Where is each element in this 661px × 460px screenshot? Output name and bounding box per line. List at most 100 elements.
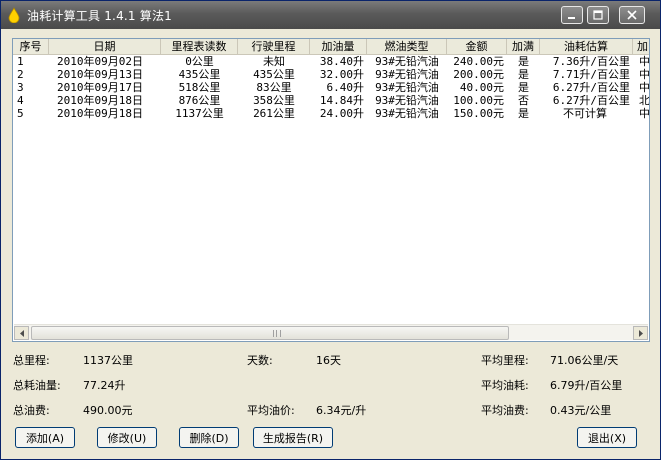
column-header-distance[interactable]: 行驶里程 — [238, 39, 310, 54]
cell-distance: 未知 — [263, 55, 285, 68]
column-header-fuel-type[interactable]: 燃油类型 — [367, 39, 447, 54]
list-header: 序号 日期 里程表读数 行驶里程 加油量 燃油类型 金额 加满 油耗估算 加 — [13, 39, 649, 55]
arrow-right-icon — [638, 327, 644, 340]
cell-date: 2010年09月17日 — [57, 81, 143, 94]
title-bar[interactable]: 油耗计算工具 1.4.1 算法1 — [1, 1, 660, 29]
delete-button[interactable]: 删除(D) — [179, 427, 239, 448]
window-title: 油耗计算工具 1.4.1 算法1 — [27, 9, 172, 23]
cell-station: 中 — [639, 55, 650, 68]
cell-date: 2010年09月18日 — [57, 94, 143, 107]
cell-fuel-type: 93#无铅汽油 — [375, 94, 439, 107]
minimize-icon — [567, 10, 577, 20]
avg-mileage-value: 71.06公里/天 — [550, 354, 619, 367]
column-header-station[interactable]: 加 — [633, 39, 649, 54]
horizontal-scrollbar[interactable] — [14, 324, 648, 340]
cell-fuel-amount: 14.84升 — [319, 94, 364, 107]
cell-date: 2010年09月02日 — [57, 55, 143, 68]
days-label: 天数: — [247, 354, 273, 367]
cell-station: 中 — [639, 81, 650, 94]
cell-full-tank: 否 — [518, 94, 529, 107]
avg-cost-label: 平均油费: — [481, 404, 529, 417]
cell-fuel-amount: 38.40升 — [319, 55, 364, 68]
cell-index: 4 — [17, 94, 24, 107]
cell-fuel-type: 93#无铅汽油 — [375, 107, 439, 120]
column-header-fuel-amount[interactable]: 加油量 — [310, 39, 367, 54]
cell-cost: 200.00元 — [453, 68, 504, 81]
cell-fuel-amount: 6.40升 — [326, 81, 365, 94]
cell-index: 3 — [17, 81, 24, 94]
generate-report-button[interactable]: 生成报告(R) — [253, 427, 333, 448]
list-rows: 1 2010年09月02日 0公里 未知 38.40升 93#无铅汽油 240.… — [13, 55, 650, 120]
avg-mileage-label: 平均里程: — [481, 354, 529, 367]
total-mileage-label: 总里程: — [13, 354, 50, 367]
fuel-drop-icon — [8, 7, 20, 24]
minimize-button[interactable] — [561, 6, 583, 24]
cell-consumption: 7.71升/百公里 — [552, 68, 630, 81]
cell-cost: 150.00元 — [453, 107, 504, 120]
cell-fuel-type: 93#无铅汽油 — [375, 55, 439, 68]
fuel-records-list[interactable]: 序号 日期 里程表读数 行驶里程 加油量 燃油类型 金额 加满 油耗估算 加 1… — [12, 38, 650, 342]
cell-fuel-type: 93#无铅汽油 — [375, 68, 439, 81]
table-row[interactable]: 2 2010年09月13日 435公里 435公里 32.00升 93#无铅汽油… — [13, 68, 650, 81]
cell-odometer: 0公里 — [185, 55, 214, 68]
cell-fuel-type: 93#无铅汽油 — [375, 81, 439, 94]
days-value: 16天 — [316, 354, 341, 367]
maximize-icon — [593, 10, 603, 20]
cell-index: 2 — [17, 68, 24, 81]
table-row[interactable]: 5 2010年09月18日 1137公里 261公里 24.00升 93#无铅汽… — [13, 107, 649, 120]
cell-odometer: 876公里 — [178, 94, 221, 107]
column-header-cost[interactable]: 金额 — [447, 39, 507, 54]
total-fuel-value: 77.24升 — [83, 379, 126, 392]
cell-consumption: 不可计算 — [563, 107, 607, 120]
cell-full-tank: 是 — [518, 81, 529, 94]
cell-index: 5 — [17, 107, 24, 120]
avg-price-value: 6.34元/升 — [316, 404, 367, 417]
scroll-right-button[interactable] — [633, 326, 648, 340]
cell-fuel-amount: 24.00升 — [319, 107, 364, 120]
add-button[interactable]: 添加(A) — [15, 427, 75, 448]
edit-button[interactable]: 修改(U) — [97, 427, 157, 448]
cell-distance: 261公里 — [253, 107, 295, 120]
cell-distance: 358公里 — [253, 94, 295, 107]
arrow-left-icon — [19, 327, 25, 340]
cell-station: 中 — [639, 68, 650, 81]
maximize-button[interactable] — [587, 6, 609, 24]
cell-cost: 100.00元 — [453, 94, 504, 107]
avg-consumption-value: 6.79升/百公里 — [550, 379, 623, 392]
column-header-consumption[interactable]: 油耗估算 — [540, 39, 633, 54]
cell-consumption: 6.27升/百公里 — [552, 81, 630, 94]
table-row[interactable]: 1 2010年09月02日 0公里 未知 38.40升 93#无铅汽油 240.… — [13, 55, 650, 68]
cell-full-tank: 是 — [518, 55, 529, 68]
avg-consumption-label: 平均油耗: — [481, 379, 529, 392]
cell-cost: 240.00元 — [453, 55, 504, 68]
cell-odometer: 518公里 — [178, 81, 221, 94]
column-header-full-tank[interactable]: 加满 — [507, 39, 540, 54]
avg-price-label: 平均油价: — [247, 404, 295, 417]
cell-cost: 40.00元 — [459, 81, 504, 94]
table-row[interactable]: 4 2010年09月18日 876公里 358公里 14.84升 93#无铅汽油… — [13, 94, 650, 107]
cell-date: 2010年09月13日 — [57, 68, 143, 81]
grip-icon — [273, 330, 281, 337]
cell-odometer: 435公里 — [178, 68, 221, 81]
cell-distance: 83公里 — [256, 81, 292, 94]
cell-full-tank: 是 — [518, 68, 529, 81]
cell-odometer: 1137公里 — [175, 107, 224, 120]
cell-full-tank: 是 — [518, 107, 529, 120]
scroll-thumb[interactable] — [31, 326, 509, 340]
avg-cost-value: 0.43元/公里 — [550, 404, 612, 417]
cell-distance: 435公里 — [253, 68, 295, 81]
cell-station: 北 — [639, 94, 650, 107]
scroll-left-button[interactable] — [14, 326, 29, 340]
cell-index: 1 — [17, 55, 24, 68]
exit-button[interactable]: 退出(X) — [577, 427, 637, 448]
cell-date: 2010年09月18日 — [57, 107, 143, 120]
column-header-index[interactable]: 序号 — [13, 39, 49, 54]
column-header-date[interactable]: 日期 — [49, 39, 161, 54]
close-icon — [627, 10, 637, 20]
column-header-odometer[interactable]: 里程表读数 — [161, 39, 238, 54]
main-window: 油耗计算工具 1.4.1 算法1 序号 日期 里程表读数 行驶里程 加油量 燃油… — [0, 0, 661, 460]
total-cost-value: 490.00元 — [83, 404, 133, 417]
cell-consumption: 6.27升/百公里 — [552, 94, 630, 107]
close-button[interactable] — [619, 6, 645, 24]
table-row[interactable]: 3 2010年09月17日 518公里 83公里 6.40升 93#无铅汽油 4… — [13, 81, 650, 94]
